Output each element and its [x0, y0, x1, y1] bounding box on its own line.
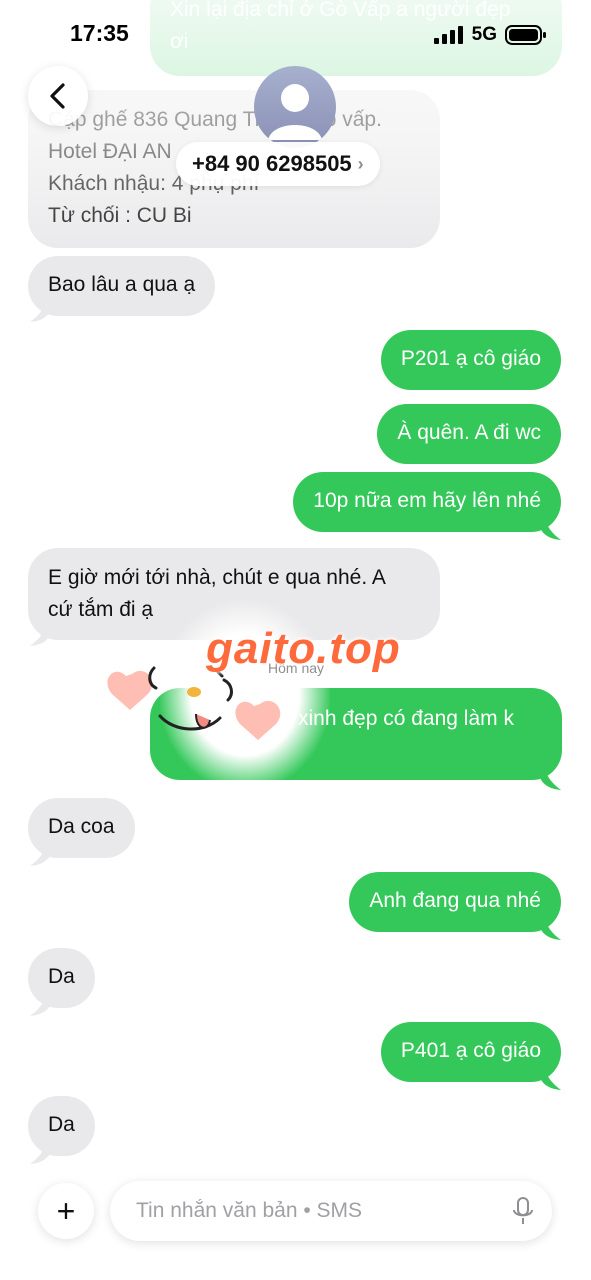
chevron-left-icon: [50, 83, 65, 109]
bubble-tail-icon: [539, 768, 561, 790]
signal-icon: [433, 26, 463, 44]
network-type: 5G: [471, 24, 497, 45]
message-outgoing[interactable]: 10p nữa em hãy lên nhé: [293, 472, 561, 532]
bubble-tail-icon: [539, 1068, 561, 1090]
contact-avatar[interactable]: [254, 66, 336, 148]
watermark-text: gaito.top: [206, 624, 401, 673]
contact-name-button[interactable]: +84 90 6298505 ›: [176, 142, 380, 186]
chevron-right-icon: ›: [357, 153, 364, 174]
person-icon: [268, 84, 322, 140]
add-attachment-button[interactable]: +: [38, 1183, 94, 1239]
message-composer: [110, 1181, 552, 1241]
bubble-tail-icon: [30, 624, 52, 646]
bubble-tail-icon: [539, 918, 561, 940]
bubble-tail-icon: [30, 300, 52, 322]
plus-icon: +: [56, 1192, 76, 1229]
message-outgoing[interactable]: P401 ạ cô giáo: [380, 1022, 561, 1082]
microphone-icon[interactable]: [512, 1197, 534, 1225]
status-indicators: 5G: [433, 24, 547, 46]
contact-number: +84 90 6298505: [192, 151, 352, 176]
battery-icon: [505, 25, 546, 45]
back-button[interactable]: [28, 66, 88, 126]
message-outgoing[interactable]: P201 ạ cô giáo: [380, 330, 561, 390]
bubble-tail-icon: [30, 994, 52, 1016]
message-outgoing[interactable]: Anh đang qua nhé: [349, 872, 561, 932]
bubble-tail-icon: [30, 1142, 52, 1164]
bubble-tail-icon: [539, 518, 561, 540]
message-input[interactable]: [134, 1198, 512, 1224]
message-outgoing[interactable]: À quên. A đi wc: [377, 404, 561, 464]
status-time: 17:35: [70, 20, 129, 46]
bubble-tail-icon: [30, 844, 52, 866]
message-incoming[interactable]: Bao lâu a qua ạ: [28, 256, 216, 316]
